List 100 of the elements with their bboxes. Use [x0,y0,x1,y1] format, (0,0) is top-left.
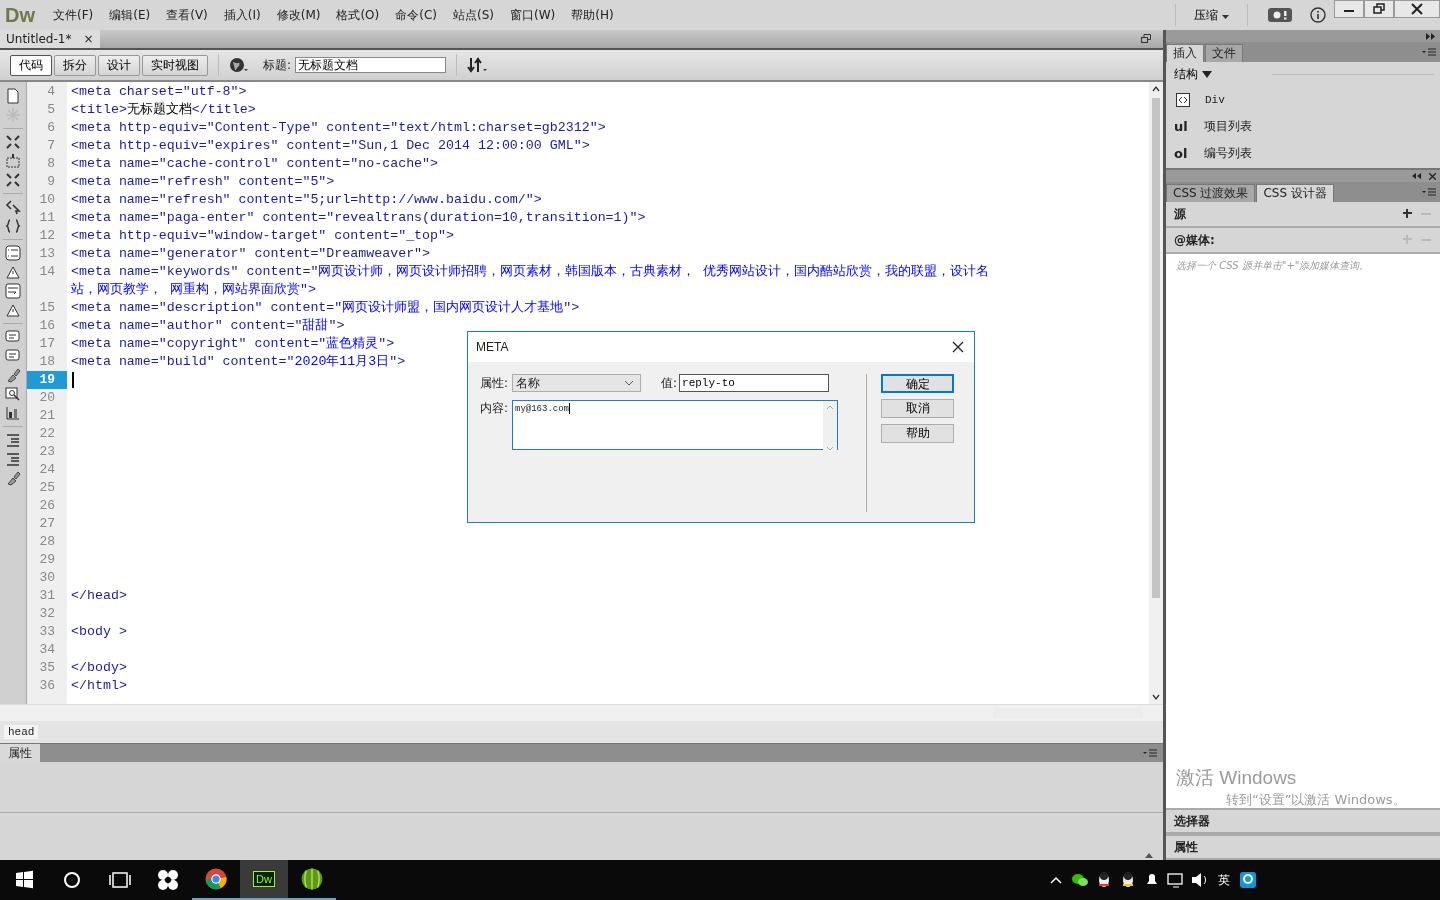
minimize-button[interactable] [1334,0,1364,18]
title-field[interactable]: 无标题文档 [295,57,447,73]
info-icon[interactable] [1310,7,1326,23]
menu-item[interactable]: 站点(S) [445,6,502,24]
line-number: 14 [38,263,56,281]
activation-title: 激活 Windows [1176,766,1298,790]
line-number: 20 [38,389,56,407]
panel-title[interactable]: 属性 [0,744,40,762]
menu-item[interactable]: 查看(V) [158,6,216,24]
content-label: 内容: [480,400,510,417]
expand-icon[interactable] [1145,852,1153,858]
close-icon[interactable] [1429,172,1436,180]
code-line: <meta name="paga-enter" content="revealtrans(duration=10,transition=1)"> [71,209,646,227]
code-line: <meta name="refresh" content="5;url=http://www.baidu.com/"> [71,191,542,209]
indent-icon[interactable] [5,451,21,467]
list-icon[interactable] [5,245,21,261]
menu-item[interactable]: 修改(M) [268,6,329,24]
menu-item[interactable]: 窗口(W) [501,6,564,24]
code-line: </html> [71,677,127,695]
dialog-title: META [476,340,509,354]
comment-icon[interactable] [5,329,21,345]
brush-icon[interactable] [5,367,21,383]
collapse-icon[interactable] [1412,173,1421,179]
menu-item[interactable]: 格式(O) [328,6,388,24]
add-icon[interactable] [1402,208,1414,220]
code-line: </head> [71,587,127,605]
dashed-box-icon[interactable] [5,153,21,169]
menu-item[interactable]: 命令(C) [387,6,445,24]
section-title: @媒体: [1174,231,1215,249]
line-number: 9 [46,173,56,191]
category-dropdown[interactable]: 结构 [1174,65,1212,83]
arrows-icon[interactable] [5,172,21,188]
line-number: 24 [38,461,56,479]
panel-tab[interactable]: CSS 设计器 [1256,184,1334,202]
panel-tab[interactable]: CSS 过渡效果 [1166,184,1256,202]
cursor-icon[interactable] [5,199,21,215]
globe-icon[interactable] [229,57,249,73]
tag-icon [1176,92,1190,107]
line-number: 29 [38,551,56,569]
code-line: <body > [71,623,127,641]
arrows-icon[interactable] [5,134,21,150]
view-button[interactable]: 实时视图 [142,54,208,76]
menu-item[interactable]: 帮助(H) [563,6,622,24]
view-button[interactable]: 拆分 [54,54,96,76]
close-icon[interactable] [952,341,964,353]
code-line: </body> [71,659,127,677]
vertical-scrollbar[interactable] [1149,82,1163,704]
chevron-down-icon [624,380,634,386]
code-line: <meta name="keywords" content="网页设计师，网页设计师招聘，网页素材，韩国版本，古典素材， 优秀网站设计，国内酷站欣赏，我的联盟，设计名 [71,263,990,281]
sort-icon[interactable] [467,57,490,73]
braces-icon[interactable] [5,218,21,234]
code-line: <meta http-equiv="window-target" content="_top"> [71,227,454,245]
code-line: <meta charset="utf-8"> [71,83,247,101]
search-icon[interactable] [5,386,21,402]
input-method-indicator[interactable]: 英 [1212,871,1236,889]
dreamweaver-taskbar-button[interactable]: Dw [240,860,288,900]
chart-icon[interactable] [5,405,21,421]
dialog-button[interactable]: 取消 [881,399,954,418]
list-marker: ol [1174,146,1189,161]
wrap-icon[interactable] [5,283,21,299]
panel-tab[interactable]: 文件 [1205,44,1243,62]
value-label: 值: [661,374,678,392]
document-icon[interactable] [5,88,21,104]
brush-icon[interactable] [5,470,21,486]
menu-item[interactable]: 插入(I) [215,6,269,24]
warning-icon[interactable] [5,264,21,280]
line-number: 12 [38,227,56,245]
dialog-button[interactable]: 帮助 [881,424,954,443]
menu-item[interactable]: 文件(F) [45,6,102,24]
insert-item[interactable]: Div [1174,86,1440,113]
gear-badge-icon[interactable] [1268,8,1292,22]
document-tab[interactable]: Untitled-1* × [0,30,100,48]
attribute-dropdown[interactable]: 名称 [512,374,641,392]
line-number: 27 [38,515,56,533]
close-button[interactable] [1394,0,1440,18]
value-field[interactable]: reply-to [679,374,830,392]
line-number: 28 [38,533,56,551]
indent-icon[interactable] [5,432,21,448]
view-button[interactable]: 代码 [10,54,52,76]
view-button[interactable]: 设计 [98,54,140,76]
item-label: 项目列表 [1204,118,1252,135]
insert-item[interactable]: ul 项目列表 [1174,113,1440,140]
comment-icon[interactable] [5,348,21,364]
workspace-switcher[interactable]: 压缩 [1186,6,1237,24]
restore-icon[interactable] [1141,34,1151,43]
code-line: <meta name="author" content="甜甜"> [71,317,345,335]
tag-selector[interactable]: head [4,725,39,739]
insert-item[interactable]: ol 编号列表 [1174,140,1440,167]
caret-icon [1222,14,1229,19]
line-number: 19 [27,371,67,389]
menu-item[interactable]: 编辑(E) [101,6,159,24]
code-line: <meta name="copyright" content="蓝色精灵"> [71,335,395,353]
restore-button[interactable] [1364,0,1394,18]
dialog-button[interactable]: 确定 [881,374,954,393]
line-number: 7 [46,137,56,155]
panel-tab[interactable]: 插入 [1166,44,1204,62]
warning-icon[interactable] [5,302,21,318]
line-number: 21 [38,407,56,425]
code-line: <meta name="cache-control" content="no-cache"> [71,155,439,173]
collapse-icon[interactable] [1426,32,1436,40]
